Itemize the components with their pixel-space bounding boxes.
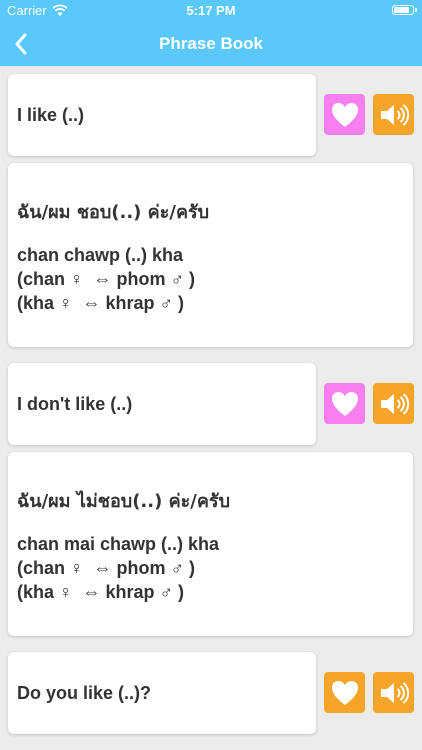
thai-text: ฉัน/ผม ไม่ชอบ(..) ค่ะ/ครับ xyxy=(17,491,231,512)
romanization-line: chan chawp (..) kha xyxy=(17,245,184,265)
heart-icon xyxy=(331,391,358,416)
favorite-button[interactable] xyxy=(324,94,365,135)
romanization-line: (chan ♀ ⇔ phom ♂ ) xyxy=(17,269,195,289)
phrase-english: Do you like (..)? xyxy=(17,682,152,703)
romanization-line: (kha ♀ ⇔ khrap ♂ ) xyxy=(17,582,185,602)
favorite-button[interactable] xyxy=(324,383,365,424)
speaker-icon xyxy=(380,392,409,415)
battery-icon xyxy=(392,5,417,15)
speak-button[interactable] xyxy=(373,672,414,713)
speaker-icon xyxy=(380,681,409,704)
speak-button[interactable] xyxy=(373,383,414,424)
favorite-button[interactable] xyxy=(324,672,365,713)
phrase-english: I don't like (..) xyxy=(17,393,133,414)
romanization-line: (chan ♀ ⇔ phom ♂ ) xyxy=(17,558,195,578)
clock-time: 5:17 PM xyxy=(186,3,236,18)
speak-button[interactable] xyxy=(373,94,414,135)
phrase-english: I like (..) xyxy=(17,104,85,125)
thai-text: ฉัน/ผม ชอบ(..) ค่ะ/ครับ xyxy=(17,202,210,223)
phrase-card[interactable]: I don't like (..) xyxy=(8,363,316,445)
navigation-bar: Phrase Book xyxy=(0,22,422,66)
status-bar: Carrier 5:17 PM xyxy=(0,0,422,22)
romanization-line: (kha ♀ ⇔ khrap ♂ ) xyxy=(17,293,185,313)
phrase-card[interactable]: I like (..) xyxy=(8,74,316,156)
translation-card: ฉัน/ผม ไม่ชอบ(..) ค่ะ/ครับ chan mai chaw… xyxy=(8,452,413,636)
page-title: Phrase Book xyxy=(159,34,263,53)
heart-icon xyxy=(331,680,358,705)
speaker-icon xyxy=(380,103,409,126)
romanization-line: chan mai chawp (..) kha xyxy=(17,534,220,554)
phrase-list[interactable]: I like (..) ฉัน/ผม ชอบ(..) ค่ะ/ครับ chan… xyxy=(0,66,422,750)
translation-card: ฉัน/ผม ชอบ(..) ค่ะ/ครับ chan chawp (..) … xyxy=(8,163,413,347)
heart-icon xyxy=(331,102,358,127)
phrase-card[interactable]: Do you like (..)? xyxy=(8,652,316,734)
